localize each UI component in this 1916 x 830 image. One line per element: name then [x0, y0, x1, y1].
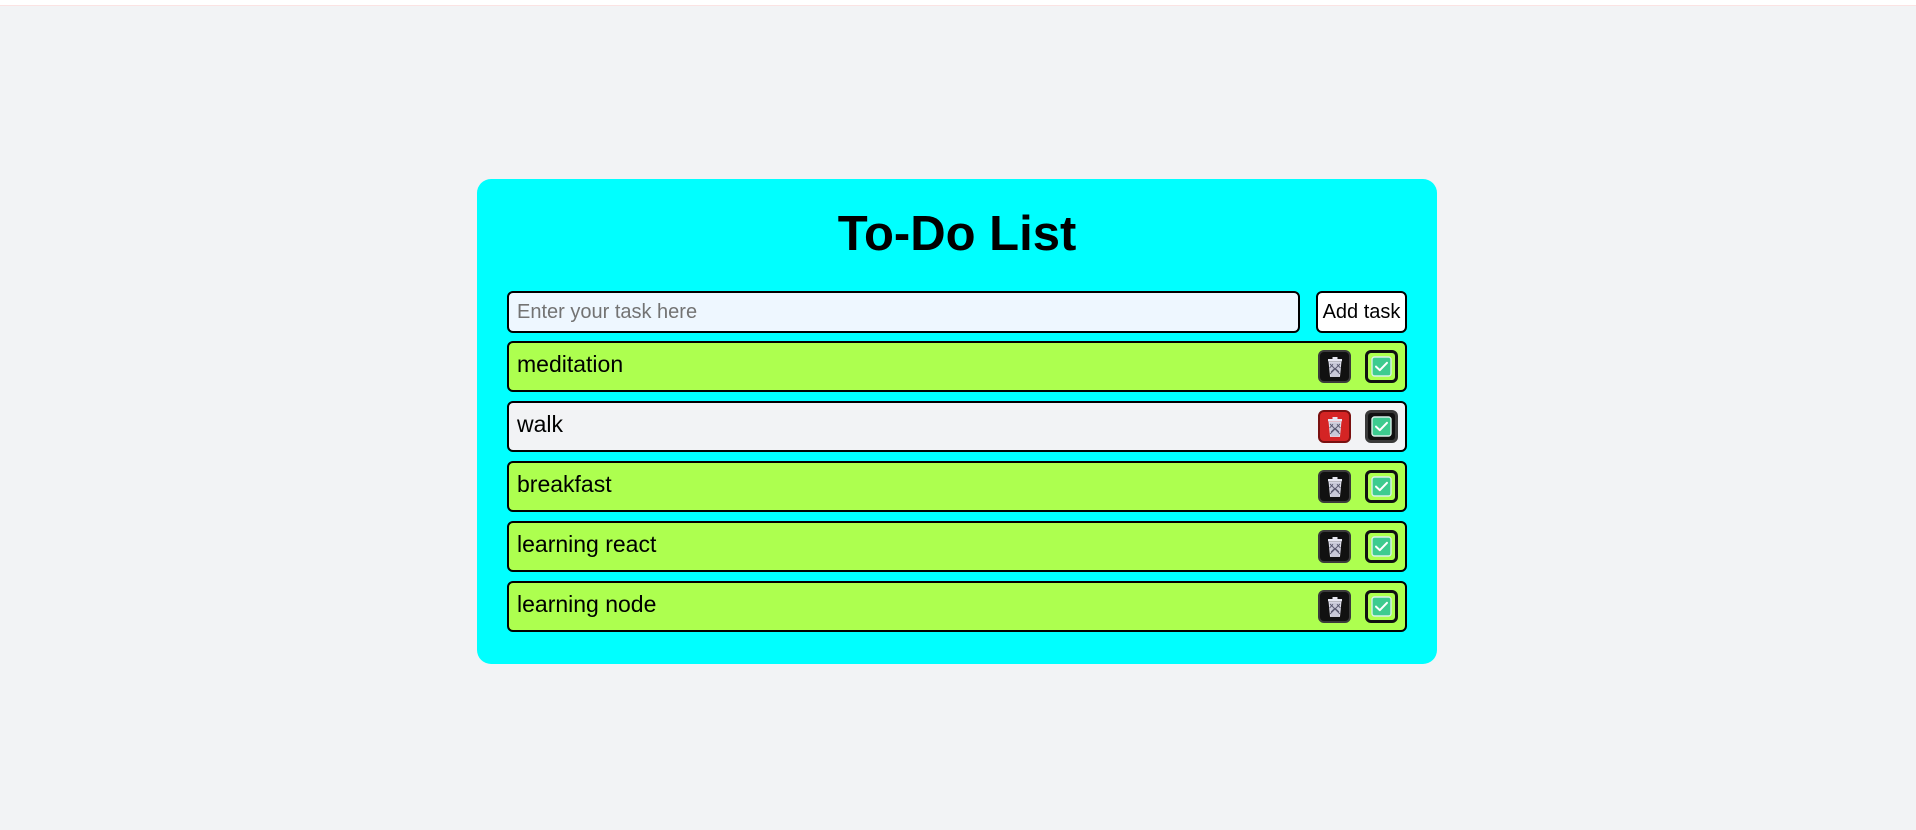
add-task-button[interactable]: Add task	[1316, 291, 1407, 333]
complete-task-button[interactable]	[1365, 590, 1398, 623]
task-item: meditation	[507, 341, 1407, 392]
trash-icon	[1325, 356, 1345, 378]
task-item: learning node	[507, 581, 1407, 632]
delete-task-button[interactable]	[1318, 530, 1351, 563]
delete-task-button[interactable]	[1318, 410, 1351, 443]
task-label: learning node	[517, 590, 657, 617]
delete-task-button[interactable]	[1318, 350, 1351, 383]
task-item: walk	[507, 401, 1407, 452]
task-label: learning react	[517, 530, 657, 557]
complete-task-button[interactable]	[1365, 470, 1398, 503]
task-label: breakfast	[517, 470, 612, 497]
trash-icon	[1325, 596, 1345, 618]
task-item: learning react	[507, 521, 1407, 572]
todo-card: To-Do List Add task meditation	[477, 179, 1437, 664]
task-item: breakfast	[507, 461, 1407, 512]
trash-icon	[1325, 476, 1345, 498]
task-label: walk	[517, 410, 564, 437]
checkbox-icon	[1371, 596, 1392, 617]
checkbox-icon	[1371, 536, 1392, 557]
task-input-row: Add task	[507, 291, 1407, 333]
page-title: To-Do List	[837, 207, 1077, 261]
checkbox-icon	[1371, 416, 1392, 437]
checkbox-icon	[1371, 356, 1392, 377]
task-list: meditation walk breakfast learning react…	[507, 341, 1407, 632]
complete-task-button[interactable]	[1365, 350, 1398, 383]
task-label: meditation	[517, 350, 624, 377]
delete-task-button[interactable]	[1318, 590, 1351, 623]
checkbox-icon	[1371, 476, 1392, 497]
complete-task-button[interactable]	[1365, 530, 1398, 563]
delete-task-button[interactable]	[1318, 470, 1351, 503]
complete-task-button[interactable]	[1365, 410, 1398, 443]
page-top-border	[0, 0, 1916, 6]
trash-icon	[1325, 536, 1345, 558]
task-input[interactable]	[507, 291, 1300, 333]
trash-icon	[1325, 416, 1345, 438]
